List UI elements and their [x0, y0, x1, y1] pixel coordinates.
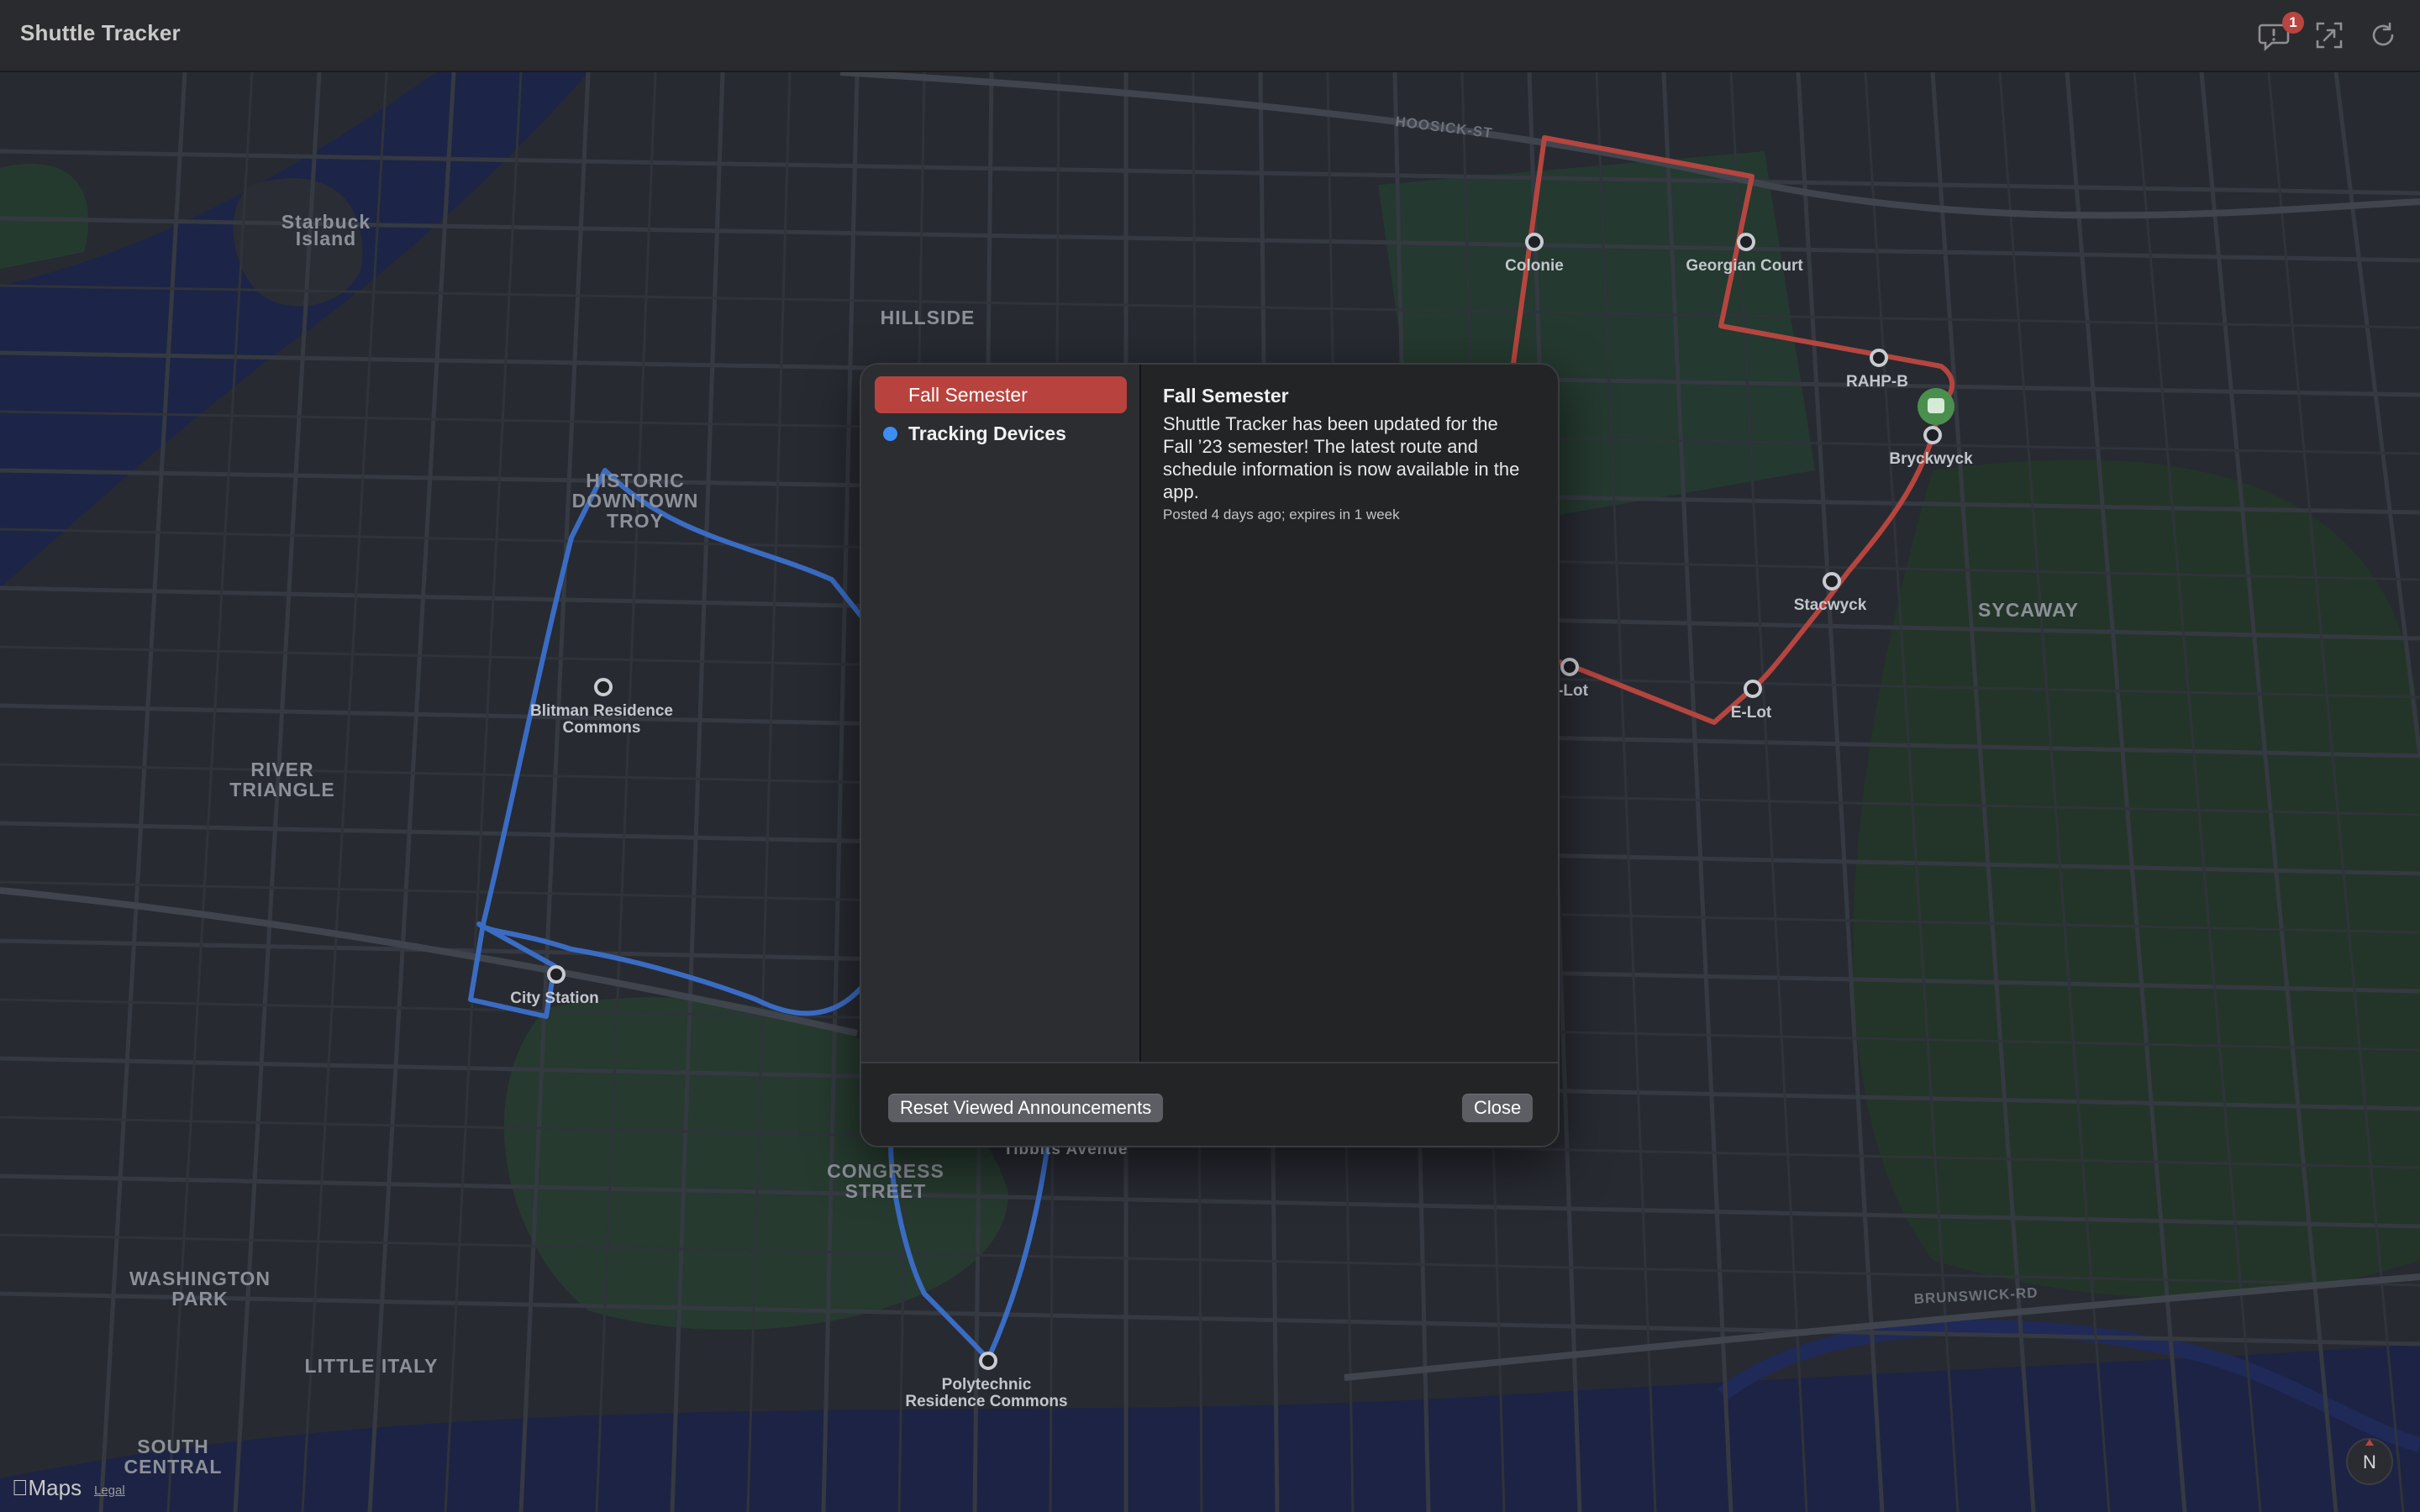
compass[interactable]: N	[2344, 1436, 2395, 1487]
area-label-hillside: HILLSIDE	[881, 307, 976, 328]
dialog-footer: Reset Viewed Announcements Close	[861, 1062, 1558, 1146]
stop-marker-e-lot[interactable]	[1744, 680, 1762, 698]
shuttle-vehicle[interactable]	[1918, 388, 1954, 425]
stop-label-rahp-b: RAHP-B	[1846, 373, 1908, 391]
area-label-street: STREET	[845, 1180, 927, 1202]
announcement-body: Shuttle Tracker has been updated for the…	[1163, 413, 1520, 502]
stop-marker-polytechnic[interactable]	[979, 1352, 997, 1370]
maps-credit-label: Maps	[12, 1475, 82, 1500]
announcements-dialog: Fall Semester Tracking Devices Fall Seme…	[860, 363, 1560, 1147]
shuttle-icon	[1928, 398, 1944, 413]
stop-marker-georgian-court[interactable]	[1737, 233, 1755, 251]
area-label-central: CENTRAL	[124, 1456, 223, 1478]
stop-marker-rahp-b[interactable]	[1870, 349, 1888, 367]
stop-label-stacwyck: Stacwyck	[1794, 596, 1867, 614]
refresh-button[interactable]	[2366, 18, 2400, 52]
stop-label-polytechnic-commons: Residence Commons	[905, 1393, 1067, 1410]
recenter-map-icon	[2316, 22, 2343, 49]
stop-label-lot: -Lot	[1558, 682, 1589, 700]
stop-label-polytechnic: Polytechnic	[942, 1376, 1032, 1394]
stop-marker-colonie[interactable]	[1525, 233, 1544, 251]
area-label-troy: TROY	[607, 510, 664, 532]
announcement-item-label: Fall Semester	[908, 384, 1028, 406]
announcement-list: Fall Semester Tracking Devices	[861, 365, 1141, 1062]
unread-dot-icon	[883, 427, 897, 441]
compass-label: N	[2363, 1452, 2376, 1473]
announcement-item-fall-semester[interactable]: Fall Semester	[875, 376, 1127, 413]
area-label-downtown: DOWNTOWN	[572, 490, 699, 512]
announcement-item-label: Tracking Devices	[908, 423, 1066, 444]
stop-marker-blitman[interactable]	[594, 678, 613, 696]
area-label-south: SOUTH	[137, 1436, 209, 1457]
area-label-congress: CONGRESS	[827, 1160, 944, 1182]
legal-link[interactable]: Legal	[94, 1483, 125, 1498]
area-label-island: Island	[296, 228, 356, 249]
stop-label-blitman: Blitman Residence	[530, 702, 673, 720]
stop-label-colonie: Colonie	[1505, 257, 1564, 275]
area-label-washington: WASHINGTON	[129, 1268, 271, 1289]
announcement-detail: Fall Semester Shuttle Tracker has been u…	[1163, 385, 1533, 523]
area-label-river: RIVER	[250, 759, 313, 780]
title-bar: Shuttle Tracker 1	[0, 0, 2420, 72]
stop-marker-city-station[interactable]	[547, 965, 566, 984]
area-label-little-italy: LITTLE ITALY	[305, 1355, 439, 1377]
apple-logo-icon: 	[12, 1475, 29, 1500]
area-label-triangle: TRIANGLE	[229, 779, 335, 801]
reset-viewed-announcements-button[interactable]: Reset Viewed Announcements	[888, 1094, 1164, 1122]
area-label-sycaway: SYCAWAY	[1978, 599, 2079, 621]
app-title: Shuttle Tracker	[20, 20, 181, 45]
area-label-historic: HISTORIC	[586, 470, 684, 491]
close-button[interactable]: Close	[1462, 1094, 1534, 1122]
stop-marker-stacwyck[interactable]	[1823, 572, 1841, 591]
announcement-item-tracking-devices[interactable]: Tracking Devices	[875, 415, 1127, 452]
compass-icon: N	[2346, 1438, 2393, 1485]
refresh-icon	[2372, 22, 2394, 46]
maps-credit: Maps	[12, 1475, 82, 1501]
stop-marker-lot[interactable]	[1560, 658, 1579, 676]
announcement-meta: Posted 4 days ago; expires in 1 week	[1163, 507, 1400, 522]
area-label-park: PARK	[171, 1288, 228, 1310]
stop-label-e-lot: E-Lot	[1731, 704, 1772, 722]
stop-marker-bryckwyck[interactable]	[1923, 426, 1942, 444]
recenter-button[interactable]	[2312, 18, 2346, 52]
announcements-badge: 1	[2282, 12, 2304, 34]
stop-label-bryckwyck: Bryckwyck	[1889, 450, 1973, 468]
stop-label-city-station: City Station	[510, 990, 599, 1007]
stop-label-blitman-commons: Commons	[563, 719, 641, 737]
stop-label-georgian-court: Georgian Court	[1686, 257, 1803, 275]
announcement-title: Fall Semester	[1163, 385, 1289, 407]
